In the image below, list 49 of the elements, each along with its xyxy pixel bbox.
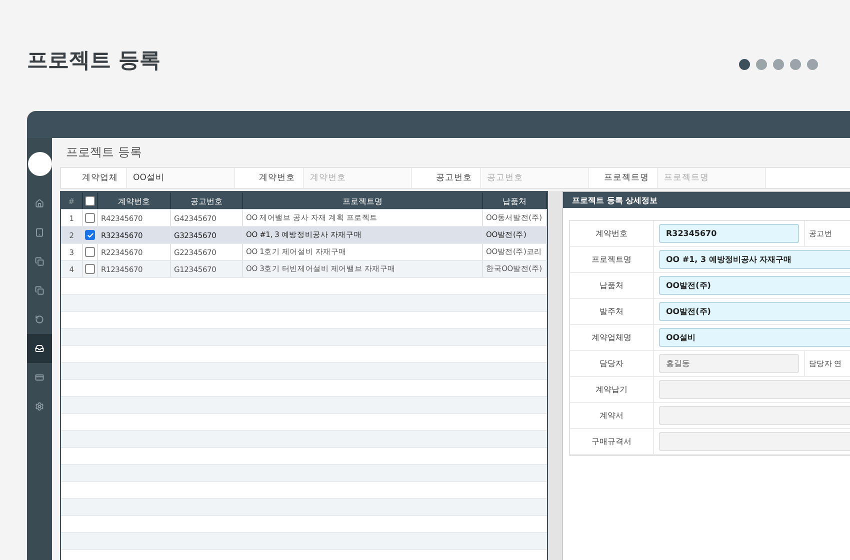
row-checkbox[interactable] xyxy=(85,264,95,274)
history-icon xyxy=(35,315,44,324)
select-all-checkbox[interactable] xyxy=(85,196,95,206)
form-label: 계약납기 xyxy=(570,377,654,402)
pager-dot[interactable] xyxy=(773,59,784,70)
avatar[interactable] xyxy=(28,152,52,176)
sidebar-item[interactable] xyxy=(27,334,52,363)
form-label: 발주처 xyxy=(570,299,654,324)
form-field[interactable]: OO설비 xyxy=(659,328,850,347)
row-checkbox[interactable] xyxy=(85,230,95,240)
form-field[interactable]: OO발전(주) xyxy=(659,276,850,295)
form-label: 구매규격서 xyxy=(570,429,654,454)
copy-icon xyxy=(35,257,44,266)
form-field[interactable]: 홍길동 xyxy=(659,354,799,373)
filter-label: 프로젝트명 xyxy=(603,172,650,185)
filter-label: 공고번호 xyxy=(435,172,473,185)
form-label: 계약서 xyxy=(570,403,654,428)
form-label: 프로젝트명 xyxy=(570,247,654,272)
filter-field[interactable]: 프로젝트명 xyxy=(657,168,766,188)
pager-dot[interactable] xyxy=(739,59,750,70)
form-field[interactable]: R32345670 xyxy=(659,224,799,243)
filter-label: 계약업체 xyxy=(81,172,119,185)
card-icon xyxy=(35,373,44,382)
inbox-icon xyxy=(35,344,44,353)
form-label: 납품처 xyxy=(570,273,654,298)
home-icon xyxy=(35,199,44,208)
pager-dot[interactable] xyxy=(807,59,818,70)
filter-field[interactable]: 계약번호 xyxy=(303,168,412,188)
form-field[interactable] xyxy=(659,432,850,451)
pager-dot[interactable] xyxy=(756,59,767,70)
row-checkbox[interactable] xyxy=(85,247,95,257)
tablet-icon xyxy=(35,228,44,237)
row-checkbox[interactable] xyxy=(85,213,95,223)
form-label: 담당자 xyxy=(570,351,654,376)
form-field[interactable]: OO발전(주) xyxy=(659,302,850,321)
copy-icon xyxy=(35,286,44,295)
pager-dot[interactable] xyxy=(790,59,801,70)
page-title: 프로젝트 등록 xyxy=(27,47,160,74)
filter-field[interactable]: 공고번호 xyxy=(480,168,589,188)
filter-field[interactable]: OO설비 xyxy=(126,168,235,188)
filter-label: 계약번호 xyxy=(258,172,296,185)
form-field[interactable]: OO #1, 3 예방정비공사 자재구매 xyxy=(659,250,850,269)
form-field[interactable] xyxy=(659,406,850,425)
form-label: 계약번호 xyxy=(570,221,654,246)
screen-title: 프로젝트 등록 xyxy=(65,144,143,161)
settings-icon xyxy=(35,402,44,411)
form-field[interactable] xyxy=(659,380,850,399)
form-label: 계약업체명 xyxy=(570,325,654,350)
detail-panel-title: 프로젝트 등록 상세정보 xyxy=(563,192,850,208)
